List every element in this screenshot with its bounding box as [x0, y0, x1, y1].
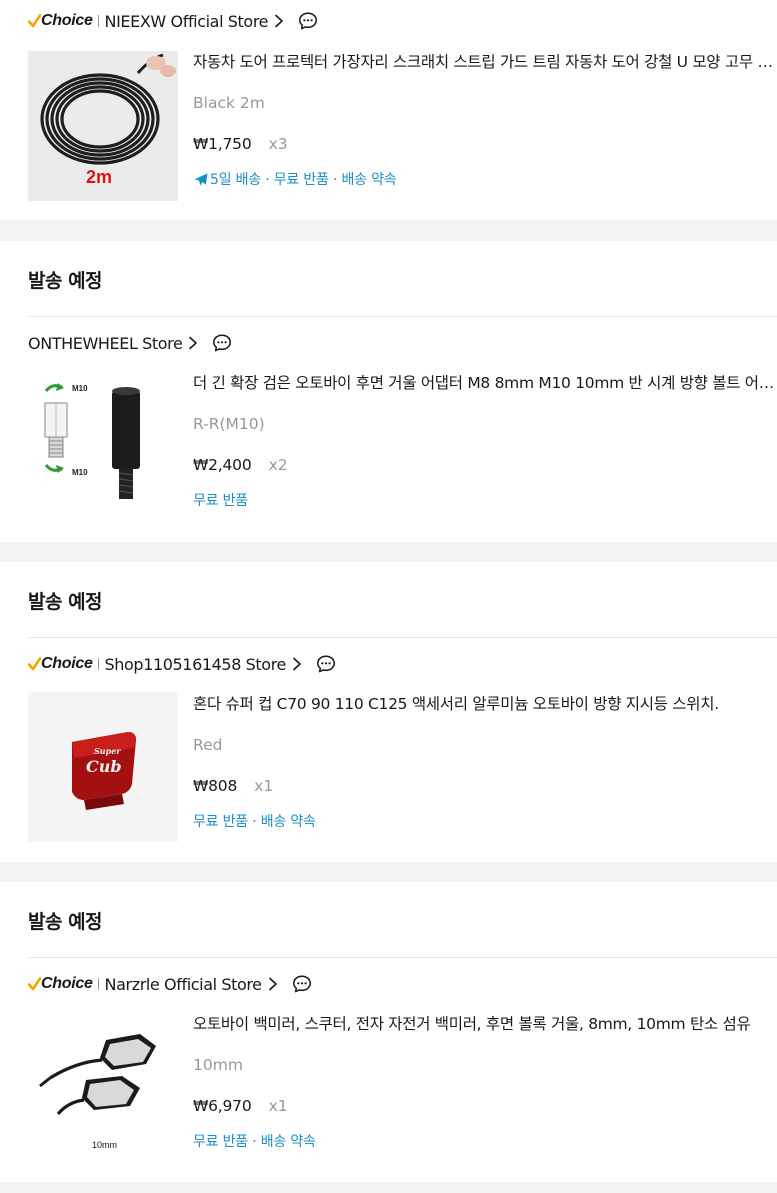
- order-section-2: 발송 예정 ONTHEWHEEL Store M10 M10 더 긴 확장 검은…: [0, 241, 777, 542]
- chat-icon[interactable]: [292, 974, 312, 994]
- delivery-tags-text: 5일 배송 · 무료 반품 · 배송 약속: [210, 172, 397, 188]
- choice-divider: [97, 658, 99, 670]
- order-section-1: Choice NIEEXW Official Store 2m 자동차 도어 프…: [0, 0, 777, 220]
- delivery-tags-text: 무료 반품 · 배송 약속: [193, 1134, 316, 1150]
- store-row[interactable]: Choice NIEEXW Official Store: [28, 9, 318, 33]
- product-quantity: x1: [254, 777, 274, 795]
- choice-label: Choice: [41, 975, 93, 992]
- thread-label-bottom: M10: [72, 468, 88, 477]
- price-row: ₩808 x1: [193, 774, 777, 798]
- choice-divider: [97, 15, 99, 27]
- product-price: ₩2,400: [193, 456, 252, 474]
- check-icon: [28, 977, 41, 991]
- choice-divider: [97, 978, 99, 990]
- delivery-tags-text: 무료 반품 · 배송 약속: [193, 814, 316, 830]
- product-variant: Red: [193, 736, 223, 754]
- check-icon: [28, 657, 41, 671]
- store-row[interactable]: Choice Narzrle Official Store: [28, 972, 312, 996]
- product-image[interactable]: 10mm: [28, 1012, 178, 1162]
- switch-cap-icon: Super Cub: [28, 692, 178, 842]
- product-title[interactable]: 자동차 도어 프로텍터 가장자리 스크래치 스트립 가드 트림 자동차 도어 강…: [193, 50, 777, 74]
- airplane-icon: [194, 173, 208, 186]
- product-price: ₩6,970: [193, 1097, 252, 1115]
- choice-badge: Choice: [28, 12, 99, 30]
- image-brand-label-2: Cub: [86, 757, 122, 776]
- product-title[interactable]: 혼다 슈퍼 컵 C70 90 110 C125 액세서리 알루미늄 오토바이 방…: [193, 692, 777, 716]
- product-variant: R-R(M10): [193, 415, 265, 433]
- product-title[interactable]: 더 긴 확장 검은 오토바이 후면 거울 어댑터 M8 8mm M10 10mm…: [193, 371, 777, 395]
- store-row[interactable]: ONTHEWHEEL Store: [28, 331, 232, 355]
- product-info: 자동차 도어 프로텍터 가장자리 스크래치 스트립 가드 트림 자동차 도어 강…: [193, 50, 777, 192]
- check-icon: [28, 14, 41, 28]
- choice-badge: Choice: [28, 975, 99, 993]
- chat-icon[interactable]: [212, 333, 232, 353]
- mirror-adapter-bolt-icon: M10 M10: [28, 373, 178, 523]
- price-row: ₩6,970 x1: [193, 1094, 777, 1118]
- store-name[interactable]: Shop1105161458 Store: [105, 655, 287, 674]
- product-info: 혼다 슈퍼 컵 C70 90 110 C125 액세서리 알루미늄 오토바이 방…: [193, 692, 777, 834]
- chevron-right-icon[interactable]: [188, 336, 198, 350]
- product-image[interactable]: 2m: [28, 51, 178, 201]
- divider: [28, 957, 777, 958]
- delivery-tags: 5일 배송 · 무료 반품 · 배송 약속: [193, 168, 777, 192]
- image-brand-label-1: Super: [94, 746, 121, 756]
- order-section-4: 발송 예정 Choice Narzrle Official Store 10mm…: [0, 882, 777, 1182]
- delivery-tags-text: 무료 반품: [193, 493, 248, 509]
- price-row: ₩1,750 x3: [193, 132, 777, 156]
- product-image[interactable]: M10 M10: [28, 373, 178, 523]
- product-title[interactable]: 오토바이 백미러, 스쿠터, 전자 자전거 백미러, 후면 볼록 거울, 8mm…: [193, 1012, 777, 1036]
- product-variant: 10mm: [193, 1056, 243, 1074]
- chevron-right-icon[interactable]: [268, 977, 278, 991]
- choice-label: Choice: [41, 12, 93, 29]
- section-header: 발송 예정: [28, 590, 103, 613]
- store-name[interactable]: ONTHEWHEEL Store: [28, 334, 183, 353]
- edge-strip-roll-icon: 2m: [28, 51, 178, 201]
- store-name[interactable]: Narzrle Official Store: [105, 975, 262, 994]
- product-info: 오토바이 백미러, 스쿠터, 전자 자전거 백미러, 후면 볼록 거울, 8mm…: [193, 1012, 777, 1154]
- image-size-label: 10mm: [92, 1140, 117, 1150]
- product-quantity: x3: [268, 135, 288, 153]
- divider: [28, 316, 777, 317]
- order-section-3: 발송 예정 Choice Shop1105161458 Store Super …: [0, 562, 777, 862]
- product-image[interactable]: Super Cub: [28, 692, 178, 842]
- delivery-tags: 무료 반품: [193, 489, 777, 513]
- price-row: ₩2,400 x2: [193, 453, 777, 477]
- chat-icon[interactable]: [316, 654, 336, 674]
- delivery-tags: 무료 반품 · 배송 약속: [193, 810, 777, 834]
- product-info: 더 긴 확장 검은 오토바이 후면 거울 어댑터 M8 8mm M10 10mm…: [193, 371, 777, 513]
- divider: [28, 637, 777, 638]
- image-size-label: 2m: [86, 167, 112, 187]
- chevron-right-icon[interactable]: [292, 657, 302, 671]
- product-quantity: x1: [268, 1097, 288, 1115]
- delivery-tags: 무료 반품 · 배송 약속: [193, 1130, 777, 1154]
- choice-badge: Choice: [28, 655, 99, 673]
- chat-icon[interactable]: [298, 11, 318, 31]
- store-row[interactable]: Choice Shop1105161458 Store: [28, 652, 336, 676]
- section-header: 발송 예정: [28, 910, 103, 933]
- choice-label: Choice: [41, 655, 93, 672]
- section-header: 발송 예정: [28, 269, 103, 292]
- chevron-right-icon[interactable]: [274, 14, 284, 28]
- product-price: ₩1,750: [193, 135, 252, 153]
- product-price: ₩808: [193, 777, 238, 795]
- store-name[interactable]: NIEEXW Official Store: [105, 12, 269, 31]
- product-variant: Black 2m: [193, 94, 265, 112]
- thread-label-top: M10: [72, 384, 88, 393]
- product-quantity: x2: [268, 456, 288, 474]
- mirrors-pair-icon: 10mm: [28, 1012, 178, 1162]
